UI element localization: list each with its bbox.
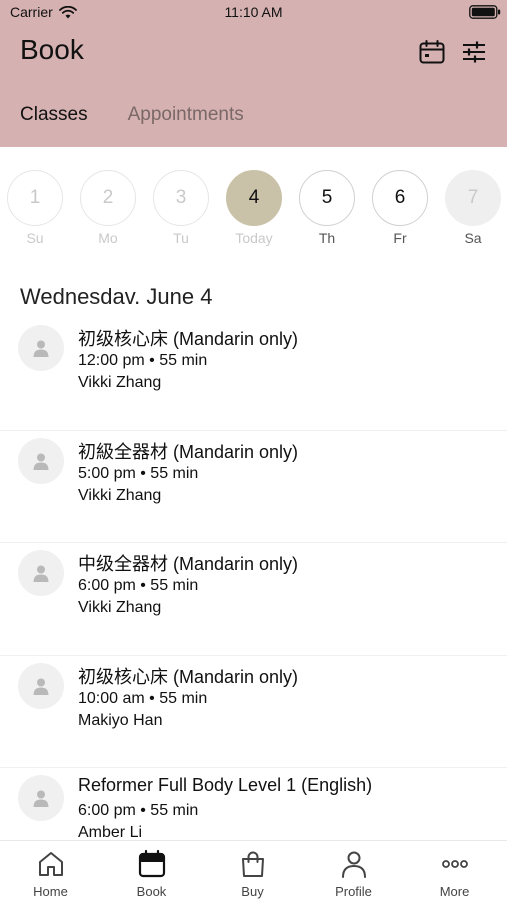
- calendar-icon[interactable]: [419, 40, 445, 64]
- day-number: 2: [80, 170, 136, 226]
- day-tuesday[interactable]: 3 Tu: [151, 168, 211, 250]
- instructor-avatar: [18, 437, 64, 484]
- class-time: 12:00 pm • 55 min: [78, 352, 208, 369]
- class-list-item[interactable]: 初级核心床 (Mandarin only) 12:00 pm • 55 min …: [0, 318, 507, 431]
- day-label: Tu: [173, 230, 189, 246]
- day-number: 5: [299, 170, 355, 226]
- battery-icon: [469, 5, 501, 19]
- day-today[interactable]: 4 Today: [224, 168, 284, 250]
- class-instructor: Vikki Zhang: [78, 599, 162, 616]
- person-icon: [342, 851, 366, 878]
- week-date-strip: 1 Su 2 Mo 3 Tu 4 Today 5 Th 6 Fr 7 Sa: [0, 168, 507, 250]
- instructor-avatar: [18, 550, 64, 596]
- nav-home[interactable]: Home: [0, 841, 101, 900]
- nav-buy[interactable]: Buy: [202, 841, 303, 900]
- home-icon: [39, 852, 63, 876]
- class-instructor: Vikki Zhang: [78, 486, 162, 504]
- person-placeholder-icon: [33, 340, 49, 357]
- nav-book[interactable]: Book: [101, 841, 202, 900]
- class-name: 初级核心床 (Mandarin only): [78, 329, 299, 349]
- day-label: Sa: [464, 230, 482, 246]
- more-dots-icon: [442, 860, 468, 868]
- class-name: Reformer Full Body Level 1 (English): [78, 775, 373, 795]
- instructor-avatar: [18, 662, 64, 709]
- status-time: 11:10 AM: [224, 4, 283, 20]
- person-placeholder-icon: [33, 453, 49, 470]
- class-time: 6:00 pm • 55 min: [78, 577, 199, 594]
- book-tabs: Classes Appointments: [20, 104, 244, 130]
- nav-home-label: Home: [33, 884, 68, 899]
- day-number: 4: [226, 170, 282, 226]
- title-row: Book: [20, 34, 487, 70]
- nav-buy-label: Buy: [241, 884, 264, 899]
- day-label: Fr: [393, 230, 407, 246]
- class-name: 初級全器材 (Mandarin only): [78, 441, 299, 462]
- day-number: 6: [372, 170, 428, 226]
- day-saturday[interactable]: 7 Sa: [443, 168, 503, 250]
- day-sunday[interactable]: 1 Su: [5, 168, 65, 250]
- day-number: 1: [7, 170, 63, 226]
- class-list-item[interactable]: 初级核心床 (Mandarin only) 10:00 am • 55 min …: [0, 656, 507, 768]
- tab-appointments[interactable]: Appointments: [128, 104, 244, 130]
- day-friday[interactable]: 6 Fr: [370, 168, 430, 250]
- instructor-avatar: [18, 775, 64, 821]
- nav-more[interactable]: More: [404, 841, 505, 900]
- day-label: Today: [235, 230, 273, 246]
- day-thursday[interactable]: 5 Th: [297, 168, 357, 250]
- nav-book-label: Book: [136, 884, 167, 899]
- nav-more-label: More: [439, 884, 470, 899]
- class-instructor: Vikki Zhang: [78, 374, 162, 391]
- class-name: 中级全器材 (Mandarin only): [78, 554, 299, 574]
- class-time: 5:00 pm • 55 min: [78, 464, 199, 482]
- day-number: 7: [445, 170, 501, 226]
- person-placeholder-icon: [33, 565, 49, 582]
- nav-profile-label: Profile: [335, 884, 372, 899]
- day-label: Th: [318, 230, 336, 246]
- shopping-bag-icon: [242, 851, 264, 877]
- day-label: Su: [26, 230, 44, 246]
- nav-profile[interactable]: Profile: [303, 841, 404, 900]
- class-list-item[interactable]: 中级全器材 (Mandarin only) 6:00 pm • 55 min V…: [0, 543, 507, 656]
- page-title: Book: [20, 34, 84, 65]
- class-list: 初级核心床 (Mandarin only) 12:00 pm • 55 min …: [0, 318, 507, 881]
- class-name: 初级核心床 (Mandarin only): [78, 666, 299, 687]
- header: Carrier 11:10 AM Book Classes Appointmen…: [0, 0, 507, 147]
- bottom-tab-bar: Home Book Buy Profile More: [0, 840, 507, 900]
- class-list-item[interactable]: 初級全器材 (Mandarin only) 5:00 pm • 55 min V…: [0, 431, 507, 543]
- person-placeholder-icon: [33, 678, 49, 695]
- class-instructor: Makiyo Han: [78, 711, 163, 729]
- class-time: 6:00 pm • 55 min: [78, 802, 199, 819]
- tab-classes[interactable]: Classes: [20, 104, 88, 130]
- app-screen: Carrier 11:10 AM Book Classes Appointmen…: [0, 0, 507, 900]
- person-placeholder-icon: [33, 790, 49, 807]
- status-bar: Carrier 11:10 AM: [0, 0, 507, 24]
- filter-sliders-icon[interactable]: [461, 40, 487, 64]
- selected-date-heading: Wednesdav. June 4: [20, 284, 213, 309]
- class-time: 10:00 am • 55 min: [78, 689, 208, 707]
- day-label: Mo: [98, 230, 118, 246]
- instructor-avatar: [18, 325, 64, 371]
- calendar-icon: [138, 849, 166, 878]
- day-number: 3: [153, 170, 209, 226]
- day-monday[interactable]: 2 Mo: [78, 168, 138, 250]
